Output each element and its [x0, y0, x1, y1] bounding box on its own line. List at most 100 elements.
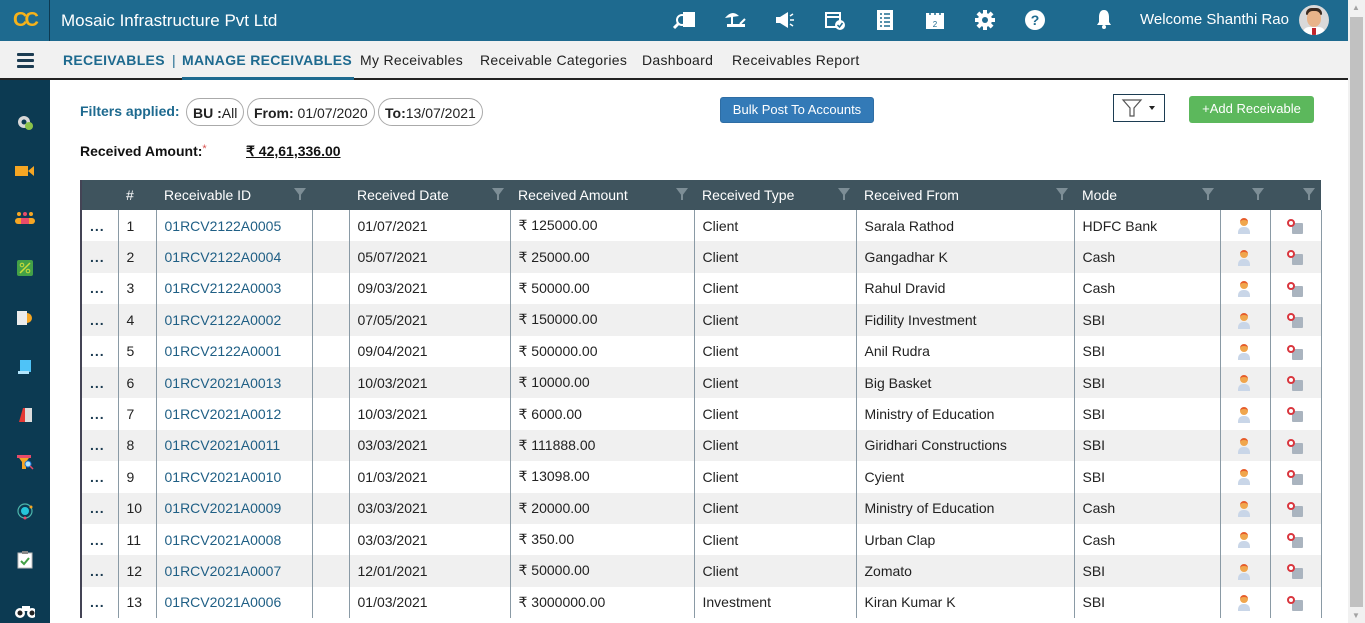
receivable-id-link[interactable]: 01RCV2122A0004: [165, 249, 282, 265]
row-actions-menu[interactable]: ...: [82, 492, 119, 524]
person-icon[interactable]: [1237, 563, 1251, 580]
target-icon[interactable]: [15, 502, 35, 520]
calendar-icon[interactable]: 2: [922, 8, 948, 32]
column-filter-icon[interactable]: [838, 188, 850, 200]
report-icon[interactable]: [15, 309, 35, 327]
row-actions-menu[interactable]: ...: [82, 304, 119, 336]
col-received-from[interactable]: Received From: [856, 180, 1074, 210]
col-assign[interactable]: [1220, 180, 1270, 210]
row-actions-menu[interactable]: ...: [82, 523, 119, 556]
schedule-calendar-icon[interactable]: [1286, 533, 1303, 548]
app-logo[interactable]: CC: [0, 0, 50, 41]
person-icon[interactable]: [1237, 406, 1251, 423]
video-icon[interactable]: [15, 162, 35, 180]
calendar-check-icon[interactable]: [822, 8, 848, 32]
schedule-calendar-icon[interactable]: [1286, 219, 1303, 235]
tab-dashboard[interactable]: Dashboard: [642, 52, 713, 68]
page-scrollbar[interactable]: ▲ ▼: [1348, 0, 1365, 623]
person-icon[interactable]: [1237, 532, 1251, 549]
receivable-id-link[interactable]: 01RCV2021A0012: [165, 406, 282, 422]
help-icon[interactable]: ?: [1022, 8, 1048, 32]
add-receivable-button[interactable]: +Add Receivable: [1189, 96, 1314, 123]
col-mode[interactable]: Mode: [1074, 180, 1220, 210]
percent-icon[interactable]: [15, 259, 35, 277]
received-amount-total[interactable]: ₹ 42,61,336.00: [246, 143, 341, 160]
person-icon[interactable]: [1237, 438, 1251, 455]
schedule-calendar-icon[interactable]: [1286, 376, 1303, 392]
bell-icon[interactable]: [1096, 9, 1112, 34]
receivable-id-link[interactable]: 01RCV2021A0009: [165, 500, 282, 516]
person-icon[interactable]: [1237, 249, 1251, 266]
receivable-id-link[interactable]: 01RCV2021A0007: [165, 563, 282, 579]
column-filter-icon[interactable]: [294, 188, 306, 200]
clipboard-check-icon[interactable]: [15, 551, 35, 569]
scroll-up-arrow[interactable]: ▲: [1352, 3, 1360, 12]
col-schedule[interactable]: [1270, 180, 1321, 210]
row-actions-menu[interactable]: ...: [82, 210, 119, 242]
checklist-icon[interactable]: [872, 8, 898, 32]
row-actions-menu[interactable]: ...: [82, 272, 119, 305]
column-filter-icon[interactable]: [1252, 188, 1264, 200]
schedule-calendar-icon[interactable]: [1286, 470, 1303, 486]
person-icon[interactable]: [1237, 343, 1251, 360]
schedule-calendar-icon[interactable]: [1286, 501, 1303, 517]
schedule-calendar-icon[interactable]: [1286, 438, 1303, 454]
person-icon[interactable]: [1237, 375, 1251, 392]
receivable-id-link[interactable]: 01RCV2122A0002: [165, 312, 282, 328]
notes-icon[interactable]: [15, 358, 35, 376]
filter-chip-from[interactable]: From: 01/07/2020: [247, 98, 375, 126]
col-received-type[interactable]: Received Type: [694, 180, 856, 210]
vacation-icon[interactable]: [722, 8, 748, 32]
column-filter-icon[interactable]: [1303, 188, 1315, 200]
person-icon[interactable]: [1237, 500, 1251, 517]
receivable-id-link[interactable]: 01RCV2122A0001: [165, 343, 282, 359]
receivable-id-link[interactable]: 01RCV2021A0013: [165, 375, 282, 391]
team-icon[interactable]: [15, 209, 35, 227]
receivable-id-link[interactable]: 01RCV2122A0003: [165, 280, 282, 296]
avatar[interactable]: [1299, 5, 1329, 35]
row-actions-menu[interactable]: ...: [82, 586, 119, 619]
schedule-calendar-icon[interactable]: [1286, 313, 1303, 329]
receivable-id-link[interactable]: 01RCV2122A0005: [165, 218, 282, 234]
scroll-thumb[interactable]: [1350, 17, 1363, 607]
schedule-calendar-icon[interactable]: [1286, 407, 1303, 423]
column-filter-icon[interactable]: [676, 188, 688, 200]
col-received-date[interactable]: Received Date: [349, 180, 510, 210]
schedule-calendar-icon[interactable]: [1286, 281, 1303, 297]
person-icon[interactable]: [1237, 312, 1251, 329]
menu-icon[interactable]: [17, 53, 34, 71]
col-received-amount[interactable]: Received Amount: [510, 180, 694, 210]
tab-manage-receivables[interactable]: MANAGE RECEIVABLES: [182, 52, 352, 68]
announcement-icon[interactable]: [772, 8, 798, 32]
row-actions-menu[interactable]: ...: [82, 398, 119, 430]
book-icon[interactable]: [15, 406, 35, 424]
receivable-id-link[interactable]: 01RCV2021A0010: [165, 469, 282, 485]
receivable-id-link[interactable]: 01RCV2021A0006: [165, 594, 282, 610]
row-actions-menu[interactable]: ...: [82, 555, 119, 587]
schedule-calendar-icon[interactable]: [1286, 564, 1303, 580]
schedule-calendar-icon[interactable]: [1286, 595, 1303, 611]
row-actions-menu[interactable]: ...: [82, 366, 119, 399]
bulk-post-button[interactable]: Bulk Post To Accounts: [720, 97, 874, 123]
binoculars-icon[interactable]: [15, 602, 35, 620]
column-filter-icon[interactable]: [492, 188, 504, 200]
column-filter-icon[interactable]: [1056, 188, 1068, 200]
row-actions-menu[interactable]: ...: [82, 461, 119, 493]
schedule-calendar-icon[interactable]: [1286, 344, 1303, 360]
filter-chip-bu[interactable]: BU :All: [186, 98, 245, 126]
person-icon[interactable]: [1237, 218, 1251, 235]
row-actions-menu[interactable]: ...: [82, 241, 119, 273]
col-receivable-id[interactable]: Receivable ID: [156, 180, 312, 210]
schedule-calendar-icon[interactable]: [1286, 250, 1303, 266]
scroll-down-arrow[interactable]: ▼: [1352, 611, 1360, 620]
tab-my-receivables[interactable]: My Receivables: [360, 52, 463, 68]
filter-dropdown[interactable]: [1113, 94, 1165, 122]
tab-receivable-categories[interactable]: Receivable Categories: [480, 52, 627, 68]
breadcrumb-receivables[interactable]: RECEIVABLES: [63, 52, 165, 68]
person-icon[interactable]: [1237, 281, 1251, 298]
tab-receivables-report[interactable]: Receivables Report: [732, 52, 860, 68]
filter-search-icon[interactable]: [15, 454, 35, 472]
row-actions-menu[interactable]: ...: [82, 335, 119, 367]
person-icon[interactable]: [1237, 469, 1251, 486]
person-icon[interactable]: [1237, 595, 1251, 612]
